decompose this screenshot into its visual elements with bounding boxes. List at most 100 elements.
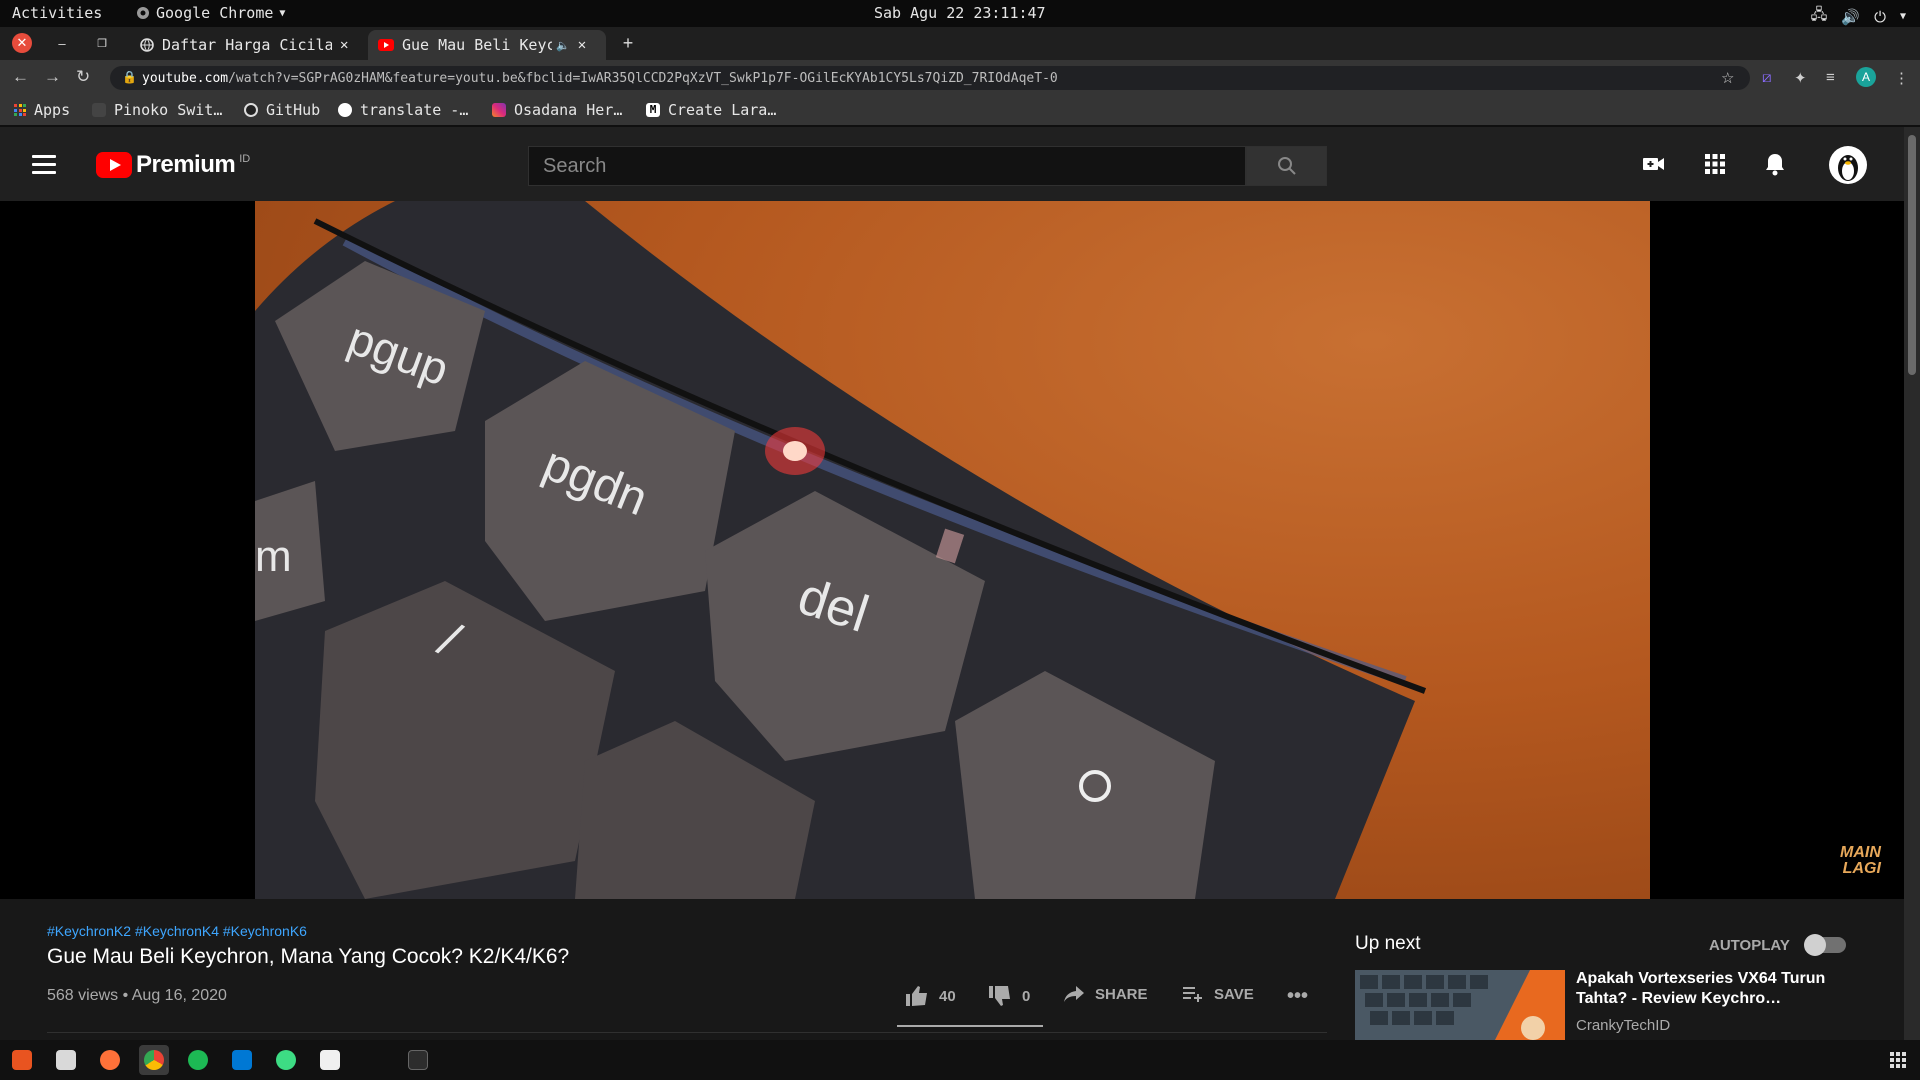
- share-button[interactable]: SHARE: [1063, 985, 1148, 1003]
- bookmark-apps[interactable]: Apps: [14, 101, 70, 119]
- window-close-button[interactable]: ✕: [12, 33, 32, 53]
- profile-avatar[interactable]: A: [1856, 67, 1876, 87]
- blank-app-icon[interactable]: [364, 1050, 384, 1070]
- apps-grid-icon: [14, 104, 26, 116]
- dock-taskbar: [0, 1040, 1920, 1080]
- channel-watermark[interactable]: MAIN LAGI: [1840, 845, 1881, 877]
- bookmark-translate[interactable]: translate -…: [338, 101, 468, 119]
- tab-daftar-harga[interactable]: Daftar Harga Cicilan ✕: [130, 30, 364, 60]
- thumbnail-image: [1355, 970, 1565, 1040]
- youtube-header: Premium ID Search: [0, 127, 1904, 201]
- system-top-bar: Activities Google Chrome ▼ Sab Agu 22 23…: [0, 0, 1920, 27]
- tab-keychron-video[interactable]: Gue Mau Beli Keychron 🔈 ✕: [368, 30, 606, 60]
- notifications-bell-icon[interactable]: [1762, 151, 1788, 177]
- show-applications-icon[interactable]: [1890, 1052, 1906, 1068]
- activities-button[interactable]: Activities: [12, 4, 102, 22]
- country-code: ID: [239, 153, 251, 165]
- like-ratio-bar: [897, 1025, 1043, 1027]
- up-next-video-title[interactable]: Apakah Vortexseries VX64 Turun Tahta? - …: [1576, 969, 1846, 1009]
- medium-icon: M: [646, 103, 660, 117]
- hamburger-menu-icon[interactable]: [32, 155, 56, 179]
- tab-close-icon[interactable]: ✕: [340, 37, 348, 53]
- youtube-favicon-icon: [378, 39, 394, 51]
- power-icon: ⏻: [1874, 7, 1886, 26]
- forward-button[interactable]: →: [44, 67, 61, 87]
- youtube-premium-logo[interactable]: Premium ID: [96, 151, 250, 179]
- youtube-play-icon: [96, 152, 132, 178]
- network-icon: 🖧: [1810, 5, 1828, 23]
- autoplay-label: AUTOPLAY: [1709, 937, 1790, 954]
- extension-badge-icon[interactable]: ⧄: [1762, 69, 1772, 86]
- bookmark-create-lara[interactable]: M Create Lara…: [646, 101, 776, 119]
- page-scrollbar[interactable]: [1904, 127, 1920, 1040]
- chrome-menu-icon[interactable]: ⋮: [1894, 69, 1909, 87]
- account-avatar[interactable]: [1828, 145, 1868, 185]
- bookmark-github[interactable]: GitHub: [244, 101, 320, 119]
- window-restore-button[interactable]: ❐: [92, 33, 112, 53]
- files-icon[interactable]: [56, 1050, 76, 1070]
- bookmark-label: GitHub: [266, 101, 321, 119]
- watermark-line: MAIN: [1840, 844, 1881, 861]
- thumbs-down-icon: [989, 986, 1010, 1006]
- google-icon: [338, 103, 352, 117]
- url-path: /watch?v=SGPrAG0zHAM&feature=youtu.be&fb…: [228, 70, 1058, 86]
- bookmark-favicon: [92, 103, 106, 117]
- browser-toolbar: ← → ↻ 🔒 youtube.com/watch?v=SGPrAG0zHAM&…: [0, 60, 1920, 96]
- media-controls-icon[interactable]: ≡: [1826, 69, 1835, 86]
- new-tab-button[interactable]: +: [618, 33, 638, 53]
- search-input[interactable]: Search: [528, 146, 1246, 186]
- more-actions-icon[interactable]: •••: [1287, 985, 1308, 1008]
- autoplay-toggle[interactable]: [1804, 934, 1846, 956]
- up-next-thumbnail[interactable]: [1355, 970, 1565, 1040]
- dislike-button[interactable]: 0: [988, 985, 1030, 1007]
- bookmark-label: Apps: [34, 101, 71, 119]
- share-label: SHARE: [1095, 985, 1148, 1003]
- scrollbar-thumb[interactable]: [1908, 135, 1916, 375]
- save-label: SAVE: [1214, 985, 1254, 1003]
- search-icon: [1277, 157, 1296, 175]
- search-button[interactable]: [1246, 146, 1327, 186]
- save-button[interactable]: SAVE: [1182, 985, 1254, 1003]
- spotify-icon[interactable]: [188, 1050, 208, 1070]
- video-frame[interactable]: pgup pgdn del m /: [255, 201, 1650, 899]
- bookmark-osadana[interactable]: Osadana Her…: [492, 101, 622, 119]
- tab-close-icon[interactable]: ✕: [578, 37, 586, 53]
- github-icon: [244, 103, 258, 117]
- video-hashtags[interactable]: #KeychronK2 #KeychronK4 #KeychronK6: [47, 923, 307, 939]
- bookmark-star-icon[interactable]: ☆: [1721, 69, 1734, 87]
- app-menu[interactable]: Google Chrome ▼: [136, 4, 285, 22]
- video-views-date: 568 views • Aug 16, 2020: [47, 987, 227, 1004]
- system-tray[interactable]: 🖧 🔊 ⏻ ▼: [1811, 4, 1906, 29]
- key-label: m: [255, 532, 292, 581]
- lock-icon: 🔒: [122, 70, 137, 84]
- network-app-icon[interactable]: [276, 1050, 296, 1070]
- apps-grid-icon[interactable]: [1702, 151, 1728, 177]
- firefox-icon[interactable]: [100, 1050, 120, 1070]
- address-bar[interactable]: 🔒 youtube.com/watch?v=SGPrAG0zHAM&featur…: [110, 66, 1750, 90]
- bookmark-pinoko[interactable]: Pinoko Swit…: [92, 101, 222, 119]
- software-center-icon[interactable]: [12, 1050, 32, 1070]
- brand-wordmark: Premium: [136, 151, 236, 178]
- extensions-puzzle-icon[interactable]: ✦: [1794, 69, 1807, 87]
- audio-playing-icon[interactable]: 🔈: [556, 39, 570, 52]
- back-button[interactable]: ←: [12, 67, 29, 87]
- window-minimize-button[interactable]: –: [52, 33, 72, 53]
- chrome-dock-icon[interactable]: [144, 1050, 164, 1070]
- like-button[interactable]: 40: [905, 985, 956, 1007]
- key-m: m: [255, 481, 325, 621]
- vscode-icon[interactable]: [232, 1050, 252, 1070]
- video-player[interactable]: pgup pgdn del m / MAIN LAGI: [0, 201, 1904, 899]
- reload-button[interactable]: ↻: [76, 67, 90, 87]
- clock[interactable]: Sab Agu 22 23:11:47: [874, 4, 1046, 22]
- toggle-knob: [1804, 934, 1826, 956]
- playlist-add-icon: [1183, 987, 1202, 1002]
- instagram-icon: [492, 103, 506, 117]
- tab-title: Daftar Harga Cicilan: [162, 36, 332, 54]
- bookmark-label: Create Lara…: [668, 101, 777, 119]
- terminal-icon[interactable]: [408, 1050, 428, 1070]
- create-video-icon[interactable]: [1641, 151, 1667, 177]
- text-editor-icon[interactable]: [320, 1050, 340, 1070]
- bookmark-label: Osadana Her…: [514, 101, 623, 119]
- up-next-channel[interactable]: CrankyTechID: [1576, 1017, 1670, 1034]
- chevron-down-icon: ▼: [279, 7, 286, 19]
